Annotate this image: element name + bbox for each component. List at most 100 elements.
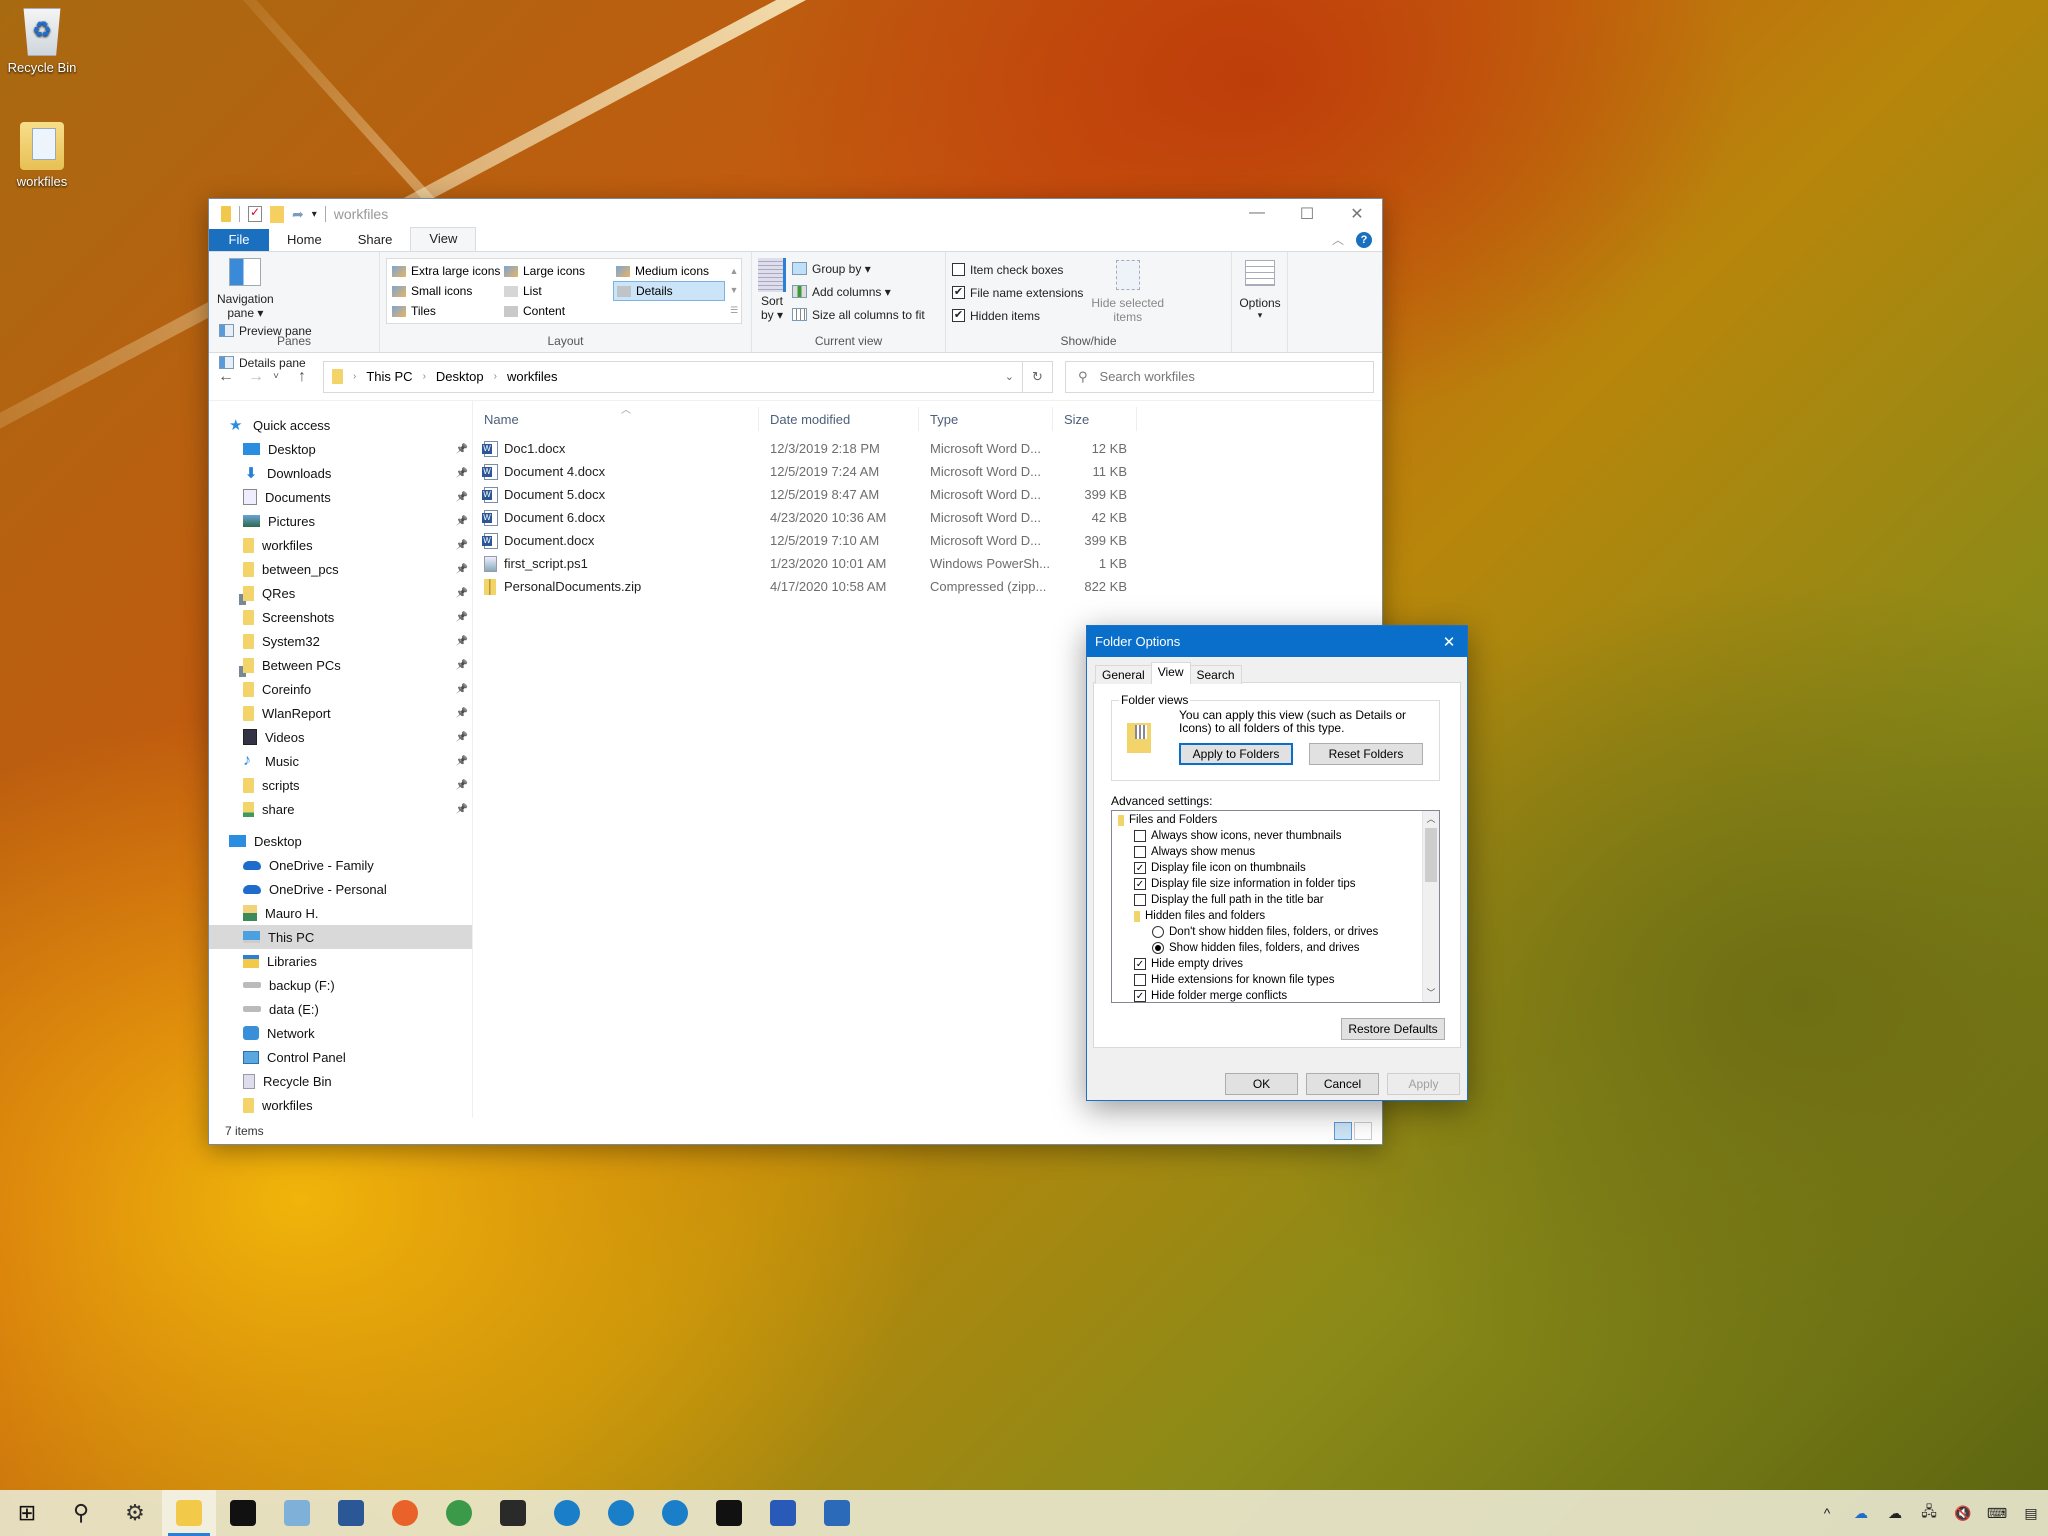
pin-icon[interactable]: 📌 [456, 780, 468, 791]
file-row[interactable]: Document.docx 12/5/2019 7:10 AM Microsoft … [473, 529, 1382, 552]
share-icon[interactable]: ➦ [292, 206, 304, 223]
nav-item-between-pcs[interactable]: Between PCs 📌 [209, 653, 472, 677]
checkbox[interactable]: ✓ [1134, 958, 1146, 970]
pin-icon[interactable]: 📌 [456, 468, 468, 479]
customize-qat-icon[interactable]: ▾ [312, 209, 317, 220]
hidden-items-toggle[interactable]: ✔ Hidden items [952, 305, 1083, 326]
column-header-type[interactable]: Type [919, 407, 1053, 431]
edge-taskbar-button[interactable] [540, 1490, 594, 1536]
large-icons-view-button[interactable] [1354, 1122, 1372, 1140]
nav-item-documents[interactable]: Documents 📌 [209, 485, 472, 509]
terminal-taskbar-button[interactable] [486, 1490, 540, 1536]
scroll-thumb[interactable] [1425, 828, 1437, 882]
file-row[interactable]: Document 5.docx 12/5/2019 8:47 AM Microsof… [473, 483, 1382, 506]
volume-muted-icon[interactable]: 🔇 [1946, 1505, 1980, 1522]
nav-item-control-panel[interactable]: Control Panel [209, 1045, 472, 1069]
ok-button[interactable]: OK [1225, 1073, 1298, 1095]
photos-taskbar-button[interactable] [270, 1490, 324, 1536]
layout-small-icons[interactable]: Small icons [389, 281, 501, 301]
advanced-setting-checkbox[interactable]: Hide extensions for known file types [1112, 972, 1439, 988]
checkbox[interactable]: ✓ [1134, 878, 1146, 890]
reset-folders-button[interactable]: Reset Folders [1309, 743, 1423, 765]
pin-icon[interactable]: 📌 [456, 540, 468, 551]
command-prompt-taskbar-button[interactable] [702, 1490, 756, 1536]
nav-item-scripts[interactable]: scripts 📌 [209, 773, 472, 797]
layout-list[interactable]: List [501, 281, 613, 301]
checkbox[interactable] [1134, 846, 1146, 858]
pin-icon[interactable]: 📌 [456, 732, 468, 743]
firefox-taskbar-button[interactable] [378, 1490, 432, 1536]
advanced-setting-checkbox[interactable]: ✓ Display file size information in folder… [1112, 876, 1439, 892]
item-check-boxes-toggle[interactable]: Item check boxes [952, 259, 1083, 280]
tab-general[interactable]: General [1095, 665, 1152, 684]
onedrive-tray-icon[interactable]: ☁ [1844, 1505, 1878, 1522]
minimize-ribbon-chevron-icon[interactable]: ︿ [1332, 231, 1344, 248]
nav-item-coreinfo[interactable]: Coreinfo 📌 [209, 677, 472, 701]
chrome-taskbar-button[interactable] [432, 1490, 486, 1536]
layout-extra-large-icons[interactable]: Extra large icons [389, 261, 501, 281]
checkbox[interactable]: ✓ [1134, 862, 1146, 874]
file-name-extensions-checkbox[interactable]: ✔ [952, 286, 965, 299]
nav-item-music[interactable]: ♪ Music 📌 [209, 749, 472, 773]
advanced-setting-radio[interactable]: Don't show hidden files, folders, or dri… [1112, 924, 1439, 940]
gallery-expand-icon[interactable]: ☰ [730, 305, 738, 316]
pin-icon[interactable]: 📌 [456, 612, 468, 623]
tab-view[interactable]: View [410, 227, 477, 251]
scroll-up-icon[interactable]: ︿ [1423, 811, 1439, 828]
layout-medium-icons[interactable]: Medium icons [613, 261, 725, 281]
file-explorer-taskbar-button[interactable] [162, 1490, 216, 1536]
close-button[interactable]: ✕ [1332, 204, 1382, 224]
breadcrumb-chevron-icon[interactable]: › [423, 371, 426, 382]
breadcrumb-chevron-icon[interactable]: › [494, 371, 497, 382]
layout-tiles[interactable]: Tiles [389, 301, 501, 321]
powershell-taskbar-button[interactable] [756, 1490, 810, 1536]
photos-app-taskbar-button[interactable] [810, 1490, 864, 1536]
nav-item-backup-f[interactable]: backup (F:) [209, 973, 472, 997]
nav-desktop-root[interactable]: Desktop [209, 829, 472, 853]
nav-item-libraries[interactable]: Libraries [209, 949, 472, 973]
restore-defaults-button[interactable]: Restore Defaults [1341, 1018, 1445, 1040]
advanced-setting-checkbox[interactable]: ✓ Hide folder merge conflicts [1112, 988, 1439, 1002]
file-row[interactable]: Document 4.docx 12/5/2019 7:24 AM Microsof… [473, 460, 1382, 483]
nav-item-network[interactable]: Network [209, 1021, 472, 1045]
pin-icon[interactable]: 📌 [456, 708, 468, 719]
pin-icon[interactable]: 📌 [456, 636, 468, 647]
checkbox[interactable] [1134, 974, 1146, 986]
edge-beta-taskbar-button[interactable] [594, 1490, 648, 1536]
breadcrumb-workfiles[interactable]: workfiles [507, 369, 558, 384]
settings-taskbar-button[interactable]: ⚙ [108, 1490, 162, 1536]
pin-icon[interactable]: 📌 [456, 588, 468, 599]
column-header-date-modified[interactable]: Date modified [759, 407, 919, 431]
address-dropdown-icon[interactable]: ⌄ [1005, 370, 1014, 383]
help-button[interactable]: ? [1356, 231, 1372, 248]
scroll-down-icon[interactable]: ▼ [730, 285, 739, 295]
radio-button[interactable] [1152, 942, 1164, 954]
breadcrumb-desktop[interactable]: Desktop [436, 369, 484, 384]
nav-item-mauro-h[interactable]: Mauro H. [209, 901, 472, 925]
nav-item-onedrive-family[interactable]: OneDrive - Family [209, 853, 472, 877]
minimize-button[interactable]: — [1232, 204, 1282, 224]
address-bar[interactable]: › This PC › Desktop › workfiles ⌄ [323, 360, 1023, 393]
advanced-setting-checkbox[interactable]: ✓ Display file icon on thumbnails [1112, 860, 1439, 876]
advanced-settings-scrollbar[interactable]: ︿ ﹀ [1422, 811, 1439, 1002]
advanced-setting-checkbox[interactable]: ✓ Hide empty drives [1112, 956, 1439, 972]
nav-item-downloads[interactable]: ⬇ Downloads 📌 [209, 461, 472, 485]
details-pane-button[interactable]: Details pane [219, 352, 312, 373]
checkbox[interactable]: ✓ [1134, 990, 1146, 1002]
checkbox[interactable] [1134, 830, 1146, 842]
navigation-pane-button[interactable]: Navigation pane ▾ [217, 258, 274, 320]
breadcrumb-this-pc[interactable]: This PC [366, 369, 412, 384]
word-taskbar-button[interactable] [324, 1490, 378, 1536]
start-taskbar-button[interactable]: ⊞ [0, 1490, 54, 1536]
nav-item-wlanreport[interactable]: WlanReport 📌 [209, 701, 472, 725]
nav-item-workfiles[interactable]: workfiles [209, 1093, 472, 1117]
network-tray-icon[interactable]: 🖧 [1912, 1501, 1946, 1525]
nav-item-between-pcs[interactable]: between_pcs 📌 [209, 557, 472, 581]
search-input[interactable]: Search workfiles [1100, 369, 1195, 384]
pin-icon[interactable]: 📌 [456, 516, 468, 527]
file-row[interactable]: Doc1.docx 12/3/2019 2:18 PM Microsoft Word… [473, 437, 1382, 460]
tab-view[interactable]: View [1150, 662, 1191, 684]
add-columns-button[interactable]: Add columns ▾ [792, 281, 925, 302]
nav-item-data-e[interactable]: data (E:) [209, 997, 472, 1021]
desktop-workfiles-folder[interactable]: workfiles [0, 122, 84, 189]
